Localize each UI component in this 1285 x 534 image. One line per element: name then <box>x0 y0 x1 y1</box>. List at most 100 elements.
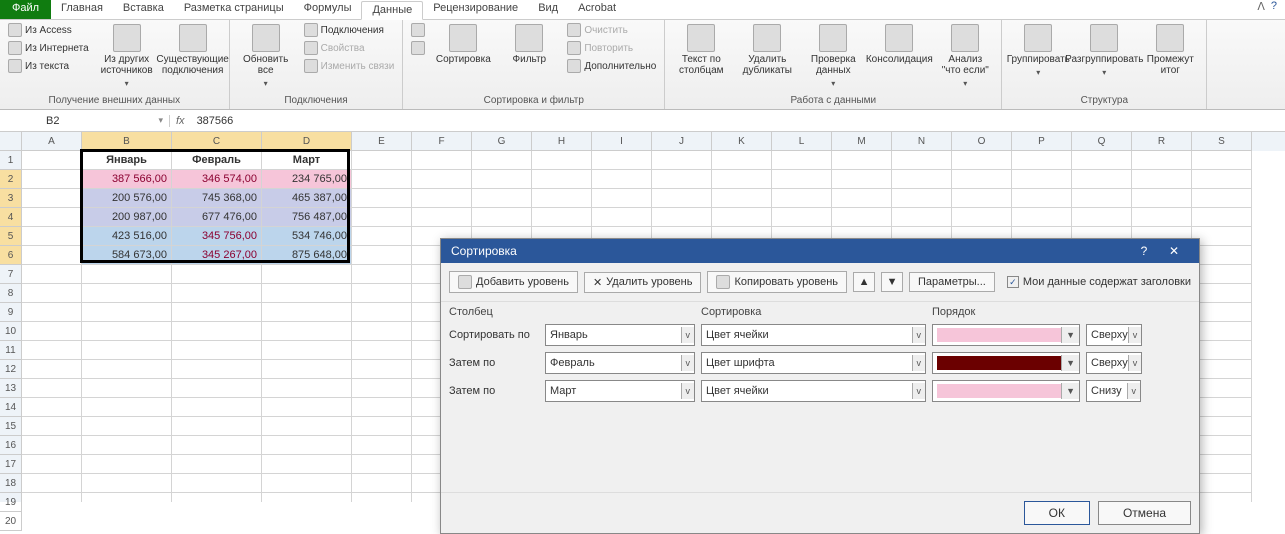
advanced-filter-button[interactable]: Дополнительно <box>565 58 658 74</box>
data-validation-button[interactable]: Проверка данных <box>803 22 863 91</box>
cell-S5[interactable] <box>1192 227 1252 246</box>
cell-S10[interactable] <box>1192 322 1252 341</box>
cell-F3[interactable] <box>412 189 472 208</box>
cell-C5[interactable]: 345 756,00 <box>172 227 262 246</box>
whatif-button[interactable]: Анализ "что если" <box>935 22 995 91</box>
column-header-F[interactable]: F <box>412 132 472 151</box>
tab-layout[interactable]: Разметка страницы <box>174 0 294 19</box>
cell-E6[interactable] <box>352 246 412 265</box>
cell-E5[interactable] <box>352 227 412 246</box>
cell-S1[interactable] <box>1192 151 1252 170</box>
cell-R3[interactable] <box>1132 189 1192 208</box>
tab-review[interactable]: Рецензирование <box>423 0 528 19</box>
cell-D4[interactable]: 756 487,00 <box>262 208 352 227</box>
sort-az-button[interactable] <box>409 22 427 38</box>
column-header-K[interactable]: K <box>712 132 772 151</box>
cell-A1[interactable] <box>22 151 82 170</box>
cell-Q1[interactable] <box>1072 151 1132 170</box>
cell-A4[interactable] <box>22 208 82 227</box>
row-header-16[interactable]: 16 <box>0 436 22 455</box>
column-header-O[interactable]: O <box>952 132 1012 151</box>
dialog-help-icon[interactable]: ? <box>1129 244 1159 258</box>
cell-E2[interactable] <box>352 170 412 189</box>
cell-E7[interactable] <box>352 265 412 284</box>
cell-B1[interactable]: Январь <box>82 151 172 170</box>
cell-D10[interactable] <box>262 322 352 341</box>
sort-position-select[interactable]: Снизуv <box>1086 380 1141 402</box>
cell-B2[interactable]: 387 566,00 <box>82 170 172 189</box>
cell-S13[interactable] <box>1192 379 1252 398</box>
cell-S8[interactable] <box>1192 284 1252 303</box>
cell-B13[interactable] <box>82 379 172 398</box>
cell-A14[interactable] <box>22 398 82 417</box>
cell-E8[interactable] <box>352 284 412 303</box>
sort-color-select[interactable]: ▼ <box>932 352 1080 374</box>
column-header-N[interactable]: N <box>892 132 952 151</box>
cell-G4[interactable] <box>472 208 532 227</box>
cell-C11[interactable] <box>172 341 262 360</box>
cell-M2[interactable] <box>832 170 892 189</box>
cell-B5[interactable]: 423 516,00 <box>82 227 172 246</box>
cell-H4[interactable] <box>532 208 592 227</box>
minimize-ribbon-icon[interactable]: ᐱ <box>1257 0 1265 19</box>
tab-formulas[interactable]: Формулы <box>294 0 362 19</box>
cell-P3[interactable] <box>1012 189 1072 208</box>
group-button[interactable]: Группировать <box>1008 22 1068 80</box>
cell-S17[interactable] <box>1192 455 1252 474</box>
tab-file[interactable]: Файл <box>0 0 51 19</box>
filter-button[interactable]: Фильтр <box>499 22 559 67</box>
cell-B16[interactable] <box>82 436 172 455</box>
row-header-13[interactable]: 13 <box>0 379 22 398</box>
sort-position-select[interactable]: Сверхуv <box>1086 352 1142 374</box>
sort-column-select[interactable]: Февральv <box>545 352 695 374</box>
from-access-button[interactable]: Из Access <box>6 22 91 38</box>
from-other-button[interactable]: Из других источников <box>97 22 157 91</box>
sort-za-button[interactable] <box>409 40 427 56</box>
cell-S12[interactable] <box>1192 360 1252 379</box>
cell-O1[interactable] <box>952 151 1012 170</box>
cell-S7[interactable] <box>1192 265 1252 284</box>
cell-D14[interactable] <box>262 398 352 417</box>
cell-D9[interactable] <box>262 303 352 322</box>
refresh-all-button[interactable]: Обновить все <box>236 22 296 91</box>
cell-D16[interactable] <box>262 436 352 455</box>
cell-H2[interactable] <box>532 170 592 189</box>
column-header-I[interactable]: I <box>592 132 652 151</box>
cell-D18[interactable] <box>262 474 352 493</box>
cell-E14[interactable] <box>352 398 412 417</box>
fx-icon[interactable]: fx <box>170 115 191 127</box>
cell-A8[interactable] <box>22 284 82 303</box>
cell-B19[interactable] <box>82 493 172 502</box>
cell-D5[interactable]: 534 746,00 <box>262 227 352 246</box>
cell-C3[interactable]: 745 368,00 <box>172 189 262 208</box>
row-header-11[interactable]: 11 <box>0 341 22 360</box>
cell-B12[interactable] <box>82 360 172 379</box>
cell-J2[interactable] <box>652 170 712 189</box>
row-header-19[interactable]: 19 <box>0 493 22 512</box>
sort-column-select[interactable]: Мартv <box>545 380 695 402</box>
sort-color-select[interactable]: ▼ <box>932 380 1080 402</box>
dialog-titlebar[interactable]: Сортировка ? ✕ <box>441 239 1199 263</box>
cell-B7[interactable] <box>82 265 172 284</box>
cell-B18[interactable] <box>82 474 172 493</box>
cell-E11[interactable] <box>352 341 412 360</box>
cell-L2[interactable] <box>772 170 832 189</box>
cell-G3[interactable] <box>472 189 532 208</box>
row-header-18[interactable]: 18 <box>0 474 22 493</box>
cell-C9[interactable] <box>172 303 262 322</box>
row-header-7[interactable]: 7 <box>0 265 22 284</box>
row-header-5[interactable]: 5 <box>0 227 22 246</box>
cell-I1[interactable] <box>592 151 652 170</box>
cell-I2[interactable] <box>592 170 652 189</box>
cell-E19[interactable] <box>352 493 412 502</box>
cell-A11[interactable] <box>22 341 82 360</box>
cell-A2[interactable] <box>22 170 82 189</box>
row-header-2[interactable]: 2 <box>0 170 22 189</box>
cell-A16[interactable] <box>22 436 82 455</box>
column-header-D[interactable]: D <box>262 132 352 151</box>
cell-A19[interactable] <box>22 493 82 502</box>
cell-D2[interactable]: 234 765,00 <box>262 170 352 189</box>
cell-S19[interactable] <box>1192 493 1252 502</box>
cell-K3[interactable] <box>712 189 772 208</box>
cell-S6[interactable] <box>1192 246 1252 265</box>
